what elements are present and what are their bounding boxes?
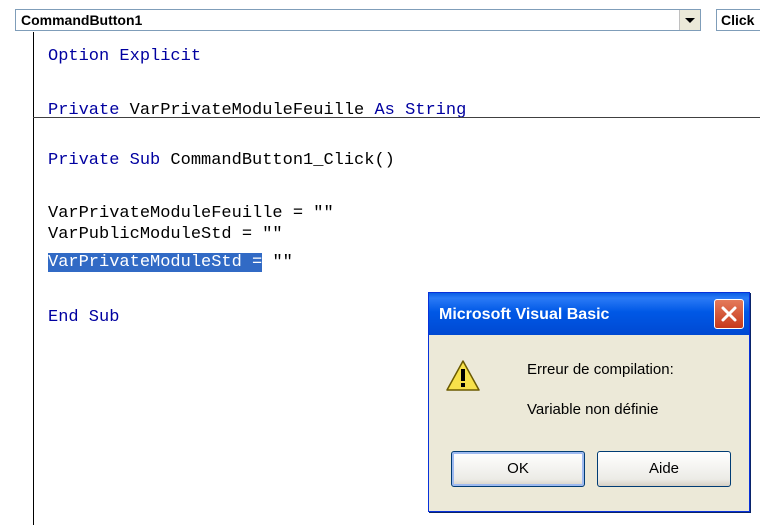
selected-code-text[interactable]: VarPrivateModuleStd =: [48, 253, 263, 272]
dialog-titlebar[interactable]: Microsoft Visual Basic: [429, 293, 749, 335]
procedure-separator: [33, 117, 760, 118]
ok-button[interactable]: OK: [451, 451, 585, 487]
procedure-name: CommandButton1_Click(): [160, 151, 395, 170]
procedure-combo-value: Click: [721, 12, 755, 28]
close-icon: [721, 306, 737, 322]
margin-indicator-bar: [33, 32, 34, 525]
keyword-end-sub: End Sub: [48, 308, 120, 327]
compile-error-dialog: Microsoft Visual Basic Erreur de compila…: [428, 292, 750, 512]
code-line-assign-feuille[interactable]: VarPrivateModuleFeuille = "": [48, 204, 334, 224]
code-line-assign-private-std[interactable]: VarPrivateModuleStd = "": [48, 253, 293, 273]
object-combo-dropdown-button[interactable]: [679, 10, 700, 30]
help-button[interactable]: Aide: [597, 451, 731, 487]
dialog-title: Microsoft Visual Basic: [439, 306, 610, 323]
code-line-assign-public-std[interactable]: VarPublicModuleStd = "": [48, 225, 283, 245]
keyword-private-sub: Private Sub: [48, 151, 161, 170]
chevron-down-icon: [685, 18, 695, 23]
code-line-private-var[interactable]: Private VarPrivateModuleFeuille As Strin…: [48, 101, 466, 121]
code-line-sub-declaration[interactable]: Private Sub CommandButton1_Click(): [48, 151, 395, 171]
procedure-combo[interactable]: Click: [716, 9, 760, 31]
code-text-rest: "": [262, 253, 293, 272]
keyword-option-explicit: Option Explicit: [48, 47, 202, 66]
code-line-option-explicit[interactable]: Option Explicit: [48, 47, 201, 67]
warning-icon: [446, 360, 480, 391]
error-message-title: Erreur de compilation:: [527, 361, 674, 378]
code-window-toolbar: CommandButton1 Click: [0, 0, 760, 32]
object-combo[interactable]: CommandButton1: [15, 9, 701, 31]
object-combo-value: CommandButton1: [21, 12, 143, 28]
error-message-detail: Variable non définie: [527, 401, 659, 418]
close-button[interactable]: [714, 299, 744, 329]
code-line-end-sub[interactable]: End Sub: [48, 308, 119, 328]
